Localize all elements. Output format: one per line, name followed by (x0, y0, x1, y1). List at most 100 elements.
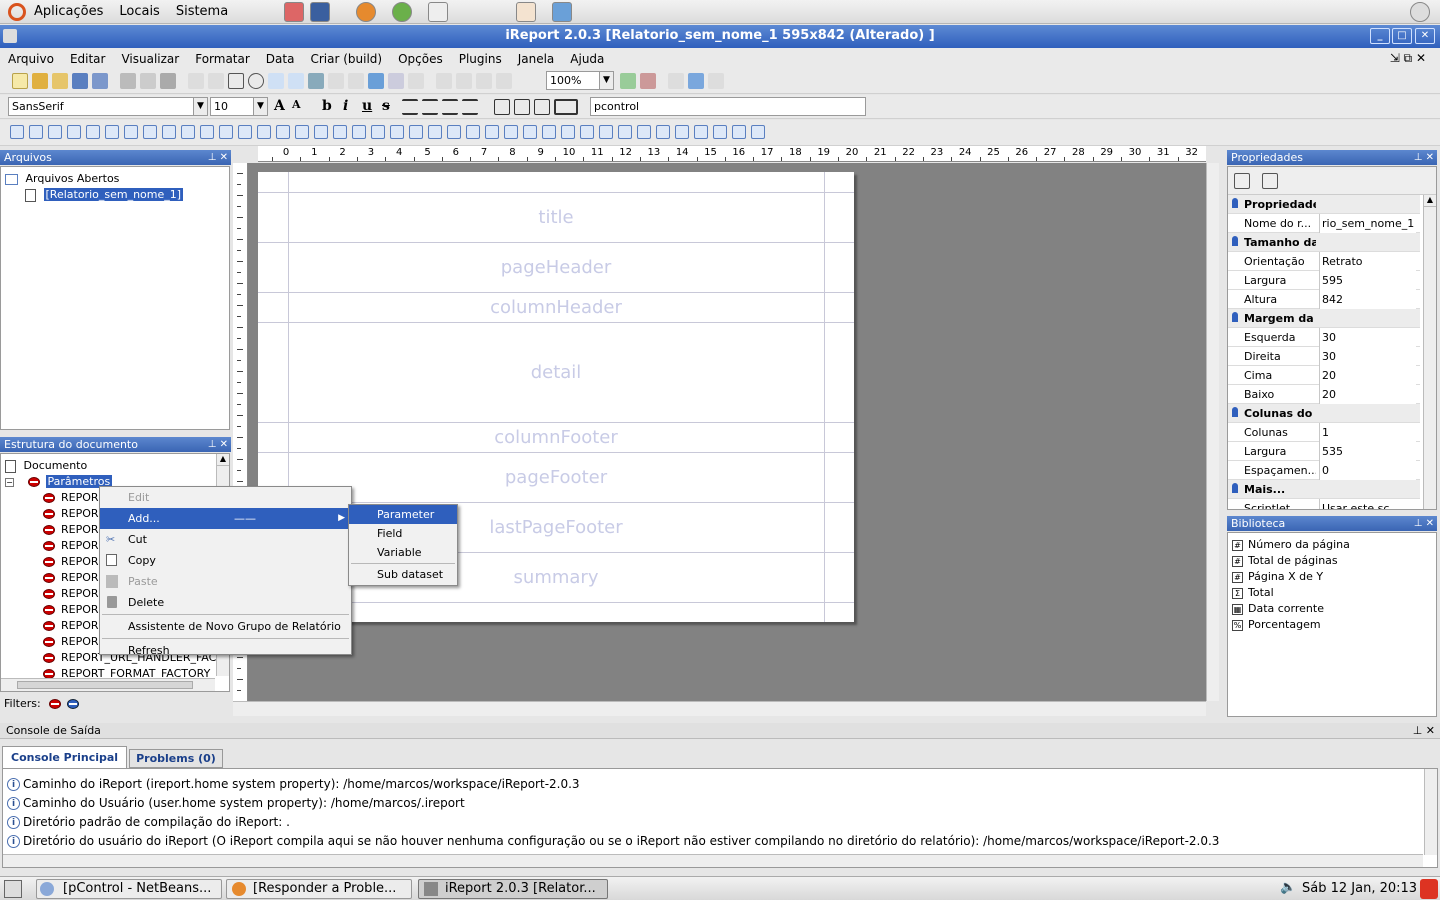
properties-vscroll[interactable]: ▲ (1423, 195, 1436, 509)
filter-fields-icon[interactable] (66, 698, 79, 709)
firefox-launcher-icon[interactable] (356, 1, 377, 22)
strike-button[interactable]: s (382, 98, 390, 114)
property-row[interactable]: Largura 535 (1228, 442, 1420, 461)
align-tool-icon[interactable] (48, 125, 62, 139)
new-icon[interactable] (12, 73, 28, 89)
open-files-root[interactable]: Arquivos Abertos (1, 171, 229, 187)
align-tool-icon[interactable] (466, 125, 480, 139)
property-row[interactable]: Direita 30 (1228, 347, 1420, 366)
align-tool-icon[interactable] (580, 125, 594, 139)
submenu-variable[interactable]: Variable (349, 543, 457, 562)
valign-bottom-icon[interactable] (534, 99, 550, 115)
align-tool-icon[interactable] (162, 125, 176, 139)
align-tool-icon[interactable] (675, 125, 689, 139)
datasource-icon[interactable] (476, 73, 492, 89)
ctx-paste[interactable]: Paste (100, 571, 351, 592)
tab-problems[interactable]: Problems (0) (129, 749, 223, 768)
library-item[interactable]: Σ Total (1228, 585, 1436, 601)
panel-close-icon[interactable]: ⊥ ✕ (208, 150, 228, 165)
property-category[interactable]: Margem da p (1228, 309, 1420, 328)
save-all-icon[interactable] (92, 73, 108, 89)
band-page-header[interactable]: pageHeader (258, 243, 854, 293)
align-justify-icon[interactable] (462, 99, 478, 115)
tree-documento[interactable]: Documento (1, 458, 229, 474)
align-tool-icon[interactable] (428, 125, 442, 139)
align-tool-icon[interactable] (238, 125, 252, 139)
zoom-select[interactable]: 100% ▼ (546, 71, 614, 90)
property-value[interactable]: 595 (1319, 271, 1416, 290)
library-item[interactable]: # Página X de Y (1228, 569, 1436, 585)
property-row[interactable]: Cima 20 (1228, 366, 1420, 385)
cut-icon[interactable] (120, 73, 136, 89)
library-item[interactable]: ▦ Data corrente (1228, 601, 1436, 617)
paste-icon[interactable] (160, 73, 176, 89)
task-firefox[interactable]: [Responder a Proble... (226, 879, 412, 899)
property-value[interactable]: 30 (1319, 328, 1416, 347)
filter-parameters-icon[interactable] (48, 698, 61, 709)
property-value[interactable]: 1 (1319, 423, 1416, 442)
property-category[interactable]: Colunas do r (1228, 404, 1420, 423)
ellipse-tool-icon[interactable] (248, 73, 264, 89)
align-tool-icon[interactable] (751, 125, 765, 139)
property-value[interactable]: rio_sem_nome_1 (1319, 214, 1416, 233)
italic-button[interactable]: i (343, 98, 348, 114)
align-tool-icon[interactable] (561, 125, 575, 139)
align-tool-icon[interactable] (257, 125, 271, 139)
run-icon[interactable] (688, 73, 704, 89)
property-value[interactable]: Usar este sc... (1319, 499, 1416, 509)
menu-formatar[interactable]: Formatar (195, 52, 250, 66)
home-launcher-icon[interactable] (284, 1, 305, 22)
ctx-edit[interactable]: Edit (100, 487, 351, 508)
align-tool-icon[interactable] (295, 125, 309, 139)
align-tool-icon[interactable] (67, 125, 81, 139)
terminal-launcher-icon[interactable] (310, 1, 331, 22)
run-datasource-icon[interactable] (708, 73, 724, 89)
align-tool-icon[interactable] (599, 125, 613, 139)
task-netbeans[interactable]: [pControl - NetBeans... (36, 879, 222, 899)
property-row[interactable]: Largura 595 (1228, 271, 1420, 290)
static-text-tool-icon[interactable] (268, 73, 284, 89)
property-row[interactable]: Esquerda 30 (1228, 328, 1420, 347)
barcode-tool-icon[interactable] (328, 73, 344, 89)
pointer-icon[interactable] (188, 73, 204, 89)
rectangle-tool-icon[interactable] (228, 73, 244, 89)
volume-icon[interactable]: 🔈 (1280, 880, 1296, 895)
menu-locais[interactable]: Locais (119, 4, 159, 19)
menu-arquivo[interactable]: Arquivo (8, 52, 54, 66)
property-row[interactable]: Scriptlet Usar este sc... (1228, 499, 1420, 509)
image-tool-icon[interactable] (308, 73, 324, 89)
property-row[interactable]: Altura 842 (1228, 290, 1420, 309)
submenu-field[interactable]: Field (349, 524, 457, 543)
property-value[interactable]: Retrato (1319, 252, 1416, 271)
canvas-hscroll[interactable] (233, 701, 1206, 716)
clock[interactable]: Sáb 12 Jan, 20:13 (1302, 881, 1417, 896)
font-family-select[interactable]: SansSerif ▼ (8, 97, 208, 116)
subreport-tool-icon[interactable] (388, 73, 404, 89)
submenu-subdataset[interactable]: Sub dataset (349, 565, 457, 584)
wizard-icon[interactable] (32, 73, 48, 89)
align-tool-icon[interactable] (86, 125, 100, 139)
align-tool-icon[interactable] (504, 125, 518, 139)
close-window-button[interactable]: ✕ (1415, 28, 1435, 44)
align-tool-icon[interactable] (409, 125, 423, 139)
align-tool-icon[interactable] (523, 125, 537, 139)
property-row[interactable]: Baixo 20 (1228, 385, 1420, 404)
frame-tool-icon[interactable] (348, 73, 364, 89)
increase-font-icon[interactable]: A (274, 98, 285, 114)
database-icon[interactable] (496, 73, 512, 89)
property-category[interactable]: Propriedades (1228, 195, 1420, 214)
align-tool-icon[interactable] (105, 125, 119, 139)
valign-middle-icon[interactable] (514, 99, 530, 115)
align-tool-icon[interactable] (732, 125, 746, 139)
line-tool-icon[interactable] (208, 73, 224, 89)
align-tool-icon[interactable] (124, 125, 138, 139)
console-vscroll[interactable] (1424, 769, 1437, 855)
group-icon[interactable] (456, 73, 472, 89)
editor-launcher-icon[interactable] (428, 1, 449, 22)
align-tool-icon[interactable] (656, 125, 670, 139)
open-file-item[interactable]: [Relatorio_sem_nome_1] (1, 187, 229, 203)
zoom-out-icon[interactable] (640, 73, 656, 89)
align-tool-icon[interactable] (390, 125, 404, 139)
align-tool-icon[interactable] (485, 125, 499, 139)
library-item[interactable]: # Total de páginas (1228, 553, 1436, 569)
